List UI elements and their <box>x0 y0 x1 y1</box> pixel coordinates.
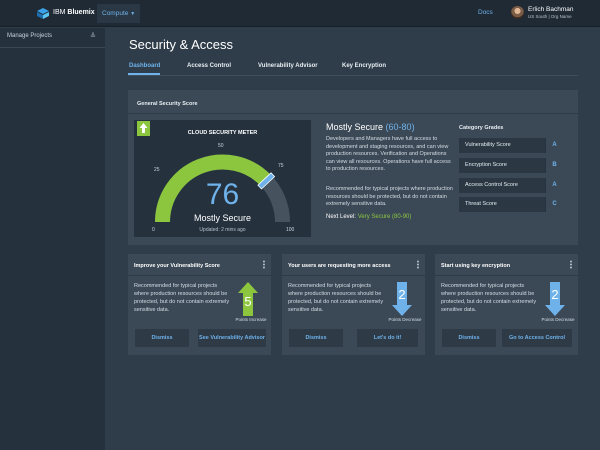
points-value: 2 <box>398 287 406 302</box>
user-name[interactable]: Erlich Bachman <box>528 6 574 13</box>
points-value: 5 <box>244 294 252 309</box>
card-vulnerability: Improve your Vulnerability Score • • • Rec… <box>128 254 271 355</box>
points-label: Points Decrease <box>388 317 422 322</box>
card-title: Improve your Vulnerability Score <box>134 263 220 269</box>
headline-range: (60-80) <box>385 122 415 132</box>
grade-label: Access Control Score <box>465 182 518 188</box>
sidebar: Manage Projects ≜ <box>0 28 105 450</box>
next-level: Next Level: Very Secure (80-90) <box>326 214 411 220</box>
grade-row-access-control[interactable]: Access Control Score A <box>459 178 563 193</box>
points-value: 2 <box>551 287 559 302</box>
security-meter: CLOUD SECURITY METER 25 50 75 0 100 76 M… <box>134 120 311 237</box>
sidebar-item-manage-projects[interactable]: Manage Projects <box>7 33 52 39</box>
tick-label-50: 50 <box>218 143 224 149</box>
grade-row-encryption[interactable]: Encryption Score B <box>459 158 563 173</box>
compute-dropdown[interactable]: Compute ▼ <box>97 4 140 23</box>
score-description: Developers and Managers have full access… <box>326 136 451 173</box>
meter-updated-time: Updated: 2 mins ago <box>199 227 246 233</box>
score-recommendation: Recommended for typical projects where p… <box>326 186 453 208</box>
tick-label-25: 25 <box>154 167 160 173</box>
tabs-divider <box>128 75 578 76</box>
panel-title: General Security Score <box>137 101 198 107</box>
dismiss-button[interactable]: Dismiss <box>442 329 496 347</box>
grade-row-vulnerability[interactable]: Vulnerability Score A <box>459 138 563 153</box>
grade-value: C <box>545 197 563 212</box>
dismiss-button[interactable]: Dismiss <box>135 329 189 347</box>
top-bar: IBM Bluemix Compute ▼ Docs Erlich Bachma… <box>0 0 600 27</box>
docs-link[interactable]: Docs <box>478 9 493 16</box>
overflow-menu-icon[interactable]: • • • <box>416 259 420 272</box>
panel-divider <box>128 113 578 114</box>
meter-score-value: 76 <box>205 178 240 211</box>
card-access-request: Your users are requesting more access • •… <box>282 254 425 355</box>
card-divider <box>128 275 271 276</box>
points-label: Points Increase <box>235 317 267 322</box>
card-body: Recommended for typical projects where p… <box>134 283 230 313</box>
tab-dashboard[interactable]: Dashboard <box>129 63 160 69</box>
grade-value: A <box>545 138 563 153</box>
double-chevron-icon[interactable]: ≜ <box>90 32 96 40</box>
card-body: Recommended for typical projects where p… <box>288 283 384 313</box>
tab-access-control[interactable]: Access Control <box>187 63 231 69</box>
page-title: Security & Access <box>129 37 234 52</box>
see-vulnerability-advisor-button[interactable]: See Vulnerability Advisor <box>198 329 266 347</box>
score-headline: Mostly Secure (60-80) <box>326 122 415 132</box>
points-label: Points Decrease <box>541 317 575 322</box>
grade-label: Encryption Score <box>465 162 507 168</box>
next-level-label: Next Level: <box>326 214 357 220</box>
card-divider <box>282 275 425 276</box>
card-body: Recommended for typical projects where p… <box>441 283 537 313</box>
compute-label: Compute <box>102 10 129 17</box>
user-region: US South | Org Name <box>528 14 572 19</box>
next-level-value: Very Secure (80-90) <box>357 214 412 220</box>
grade-value: A <box>545 178 563 193</box>
grade-row-threat[interactable]: Threat Score C <box>459 197 563 212</box>
card-key-encryption: Start using key encryption • • • Recommend… <box>435 254 578 355</box>
card-title: Your users are requesting more access <box>288 263 391 269</box>
lets-do-it-button[interactable]: Let's do it! <box>357 329 418 347</box>
brand-name[interactable]: IBM Bluemix <box>53 9 95 16</box>
brand-prefix: IBM <box>53 9 66 16</box>
dismiss-button[interactable]: Dismiss <box>289 329 343 347</box>
overflow-menu-icon[interactable]: • • • <box>262 259 266 272</box>
meter-title: CLOUD SECURITY METER <box>187 130 258 136</box>
tab-key-encryption[interactable]: Key Encryption <box>342 63 386 69</box>
grade-label: Vulnerability Score <box>465 142 511 148</box>
bluemix-logo-icon[interactable] <box>37 8 49 19</box>
caret-down-icon: ▼ <box>130 11 136 17</box>
brand-product: Bluemix <box>67 9 95 16</box>
card-divider <box>435 275 578 276</box>
go-to-access-control-button[interactable]: Go to Access Control <box>502 329 572 347</box>
tick-label-75: 75 <box>278 163 284 169</box>
tab-vulnerability-advisor[interactable]: Vulnerability Advisor <box>258 63 318 69</box>
card-title: Start using key encryption <box>441 263 511 269</box>
meter-status: Mostly Secure <box>193 213 252 223</box>
security-score-panel: General Security Score CLOUD SECURITY ME… <box>128 90 578 245</box>
category-grades-title: Category Grades <box>459 125 504 131</box>
sidebar-divider <box>0 47 105 48</box>
headline-text: Mostly Secure <box>326 122 384 132</box>
overflow-menu-icon[interactable]: • • • <box>569 259 573 272</box>
grade-label: Threat Score <box>465 201 497 207</box>
avatar[interactable] <box>511 6 524 19</box>
grade-value: B <box>545 158 563 173</box>
